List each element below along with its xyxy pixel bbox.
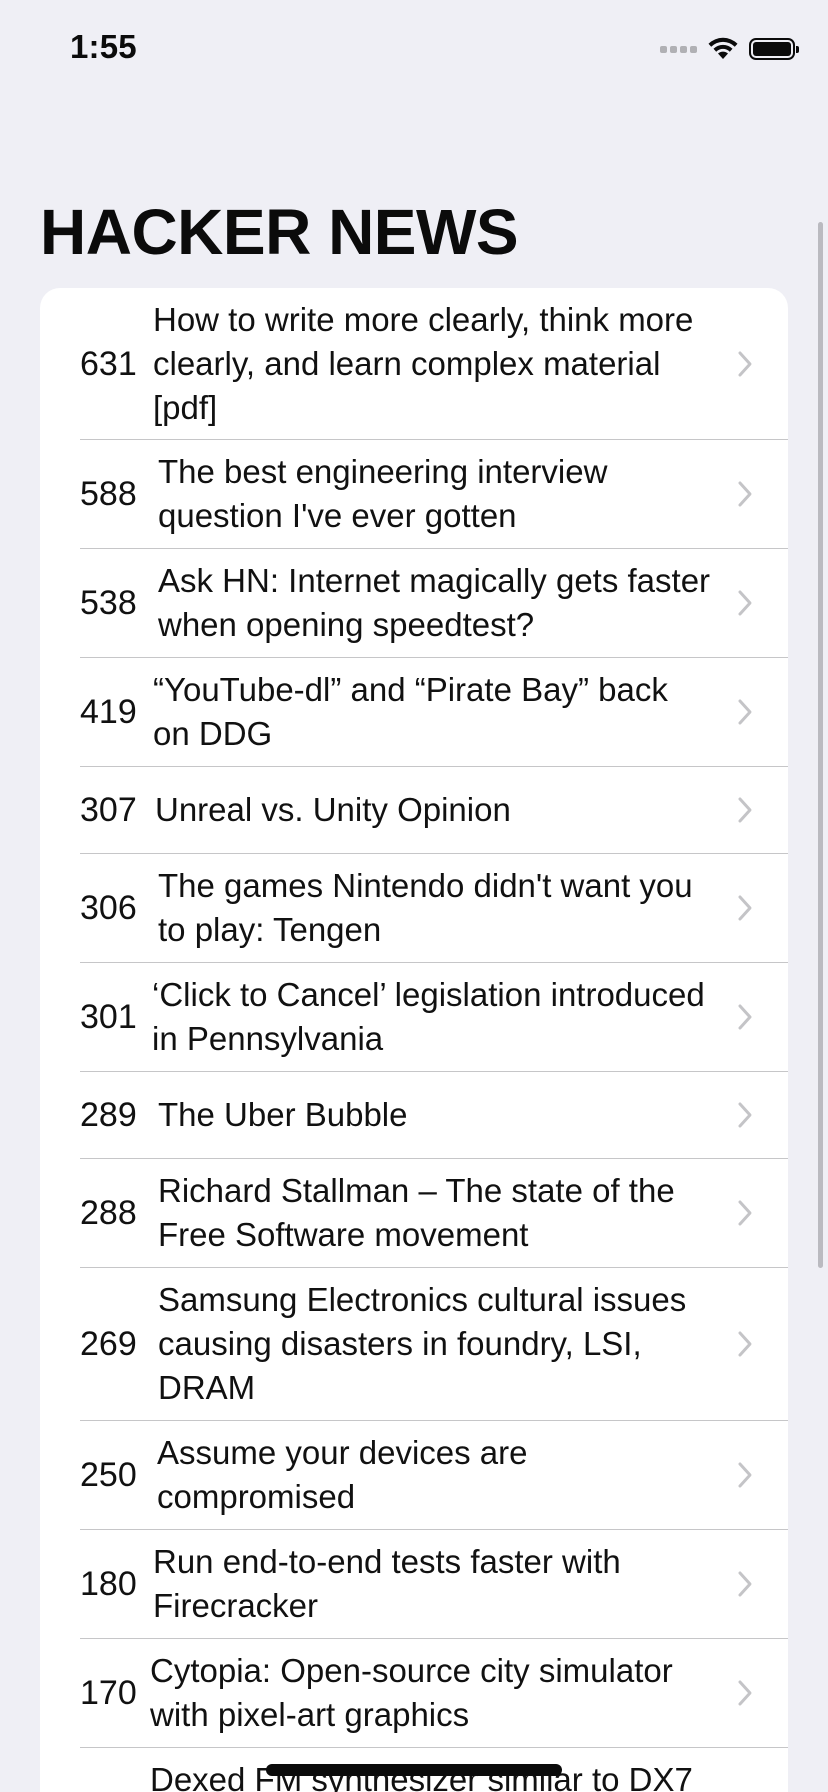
story-row[interactable]: 289 The Uber Bubble <box>40 1072 788 1159</box>
story-title: The best engineering interview question … <box>158 453 608 534</box>
status-indicators <box>660 36 799 62</box>
chevron-right-icon <box>736 589 754 617</box>
story-row[interactable]: 250 Assume your devices are compromised <box>40 1421 788 1530</box>
story-title: “YouTube-dl” and “Pirate Bay” back on DD… <box>153 671 668 752</box>
story-points: 307 <box>80 791 137 829</box>
story-title: The games Nintendo didn't want you to pl… <box>158 867 693 948</box>
chevron-right-icon <box>736 1330 754 1358</box>
story-title: ‘Click to Cancel’ legislation introduced… <box>152 976 705 1057</box>
story-row[interactable]: 180 Run end-to-end tests faster with Fir… <box>40 1530 788 1639</box>
story-points: 250 <box>80 1456 137 1494</box>
chevron-right-icon <box>736 1199 754 1227</box>
story-row[interactable]: 307 Unreal vs. Unity Opinion <box>40 767 788 854</box>
story-row[interactable]: 419 “YouTube-dl” and “Pirate Bay” back o… <box>40 658 788 767</box>
story-title: The Uber Bubble <box>158 1096 408 1133</box>
story-points: 288 <box>80 1194 137 1232</box>
story-title: Richard Stallman – The state of the Free… <box>158 1172 675 1253</box>
story-row[interactable]: 631 How to write more clearly, think mor… <box>40 288 788 440</box>
home-indicator[interactable] <box>266 1764 562 1776</box>
story-points: 419 <box>80 693 137 731</box>
story-points: 306 <box>80 889 137 927</box>
chevron-right-icon <box>736 1570 754 1598</box>
wifi-icon <box>707 37 739 61</box>
story-title: Ask HN: Internet magically gets faster w… <box>158 562 711 643</box>
story-row[interactable]: 301 ‘Click to Cancel’ legislation introd… <box>40 963 788 1072</box>
story-points: 269 <box>80 1325 137 1363</box>
story-title: Assume your devices are compromised <box>157 1434 528 1515</box>
story-points: 289 <box>80 1096 137 1134</box>
story-points: 301 <box>80 998 137 1036</box>
cellular-signal-icon <box>660 45 697 53</box>
chevron-right-icon <box>736 698 754 726</box>
chevron-right-icon <box>736 796 754 824</box>
story-points: 588 <box>80 475 137 513</box>
chevron-right-icon <box>736 1679 754 1707</box>
chevron-right-icon <box>736 350 754 378</box>
story-points: 631 <box>80 345 137 383</box>
story-points: 170 <box>80 1674 137 1712</box>
chevron-right-icon <box>736 1461 754 1489</box>
story-title: Unreal vs. Unity Opinion <box>155 791 511 828</box>
story-row[interactable]: 588 The best engineering interview quest… <box>40 440 788 549</box>
story-row[interactable]: 306 The games Nintendo didn't want you t… <box>40 854 788 963</box>
chevron-right-icon <box>736 480 754 508</box>
story-points: 538 <box>80 584 137 622</box>
story-title: How to write more clearly, think more cl… <box>153 301 694 426</box>
story-title: Samsung Electronics cultural issues caus… <box>158 1281 687 1406</box>
story-row[interactable]: 538 Ask HN: Internet magically gets fast… <box>40 549 788 658</box>
chevron-right-icon <box>736 1003 754 1031</box>
story-row[interactable]: 170 Cytopia: Open-source city simulator … <box>40 1639 788 1748</box>
battery-icon <box>749 38 799 60</box>
story-list: 631 How to write more clearly, think mor… <box>40 288 788 1792</box>
story-title: Run end-to-end tests faster with Firecra… <box>153 1543 621 1624</box>
chevron-right-icon <box>736 1101 754 1129</box>
chevron-right-icon <box>736 894 754 922</box>
story-row[interactable]: 288 Richard Stallman – The state of the … <box>40 1159 788 1268</box>
screen: 1:55 HACKER NEWS 631 How to write more c… <box>0 0 828 1792</box>
page-title: HACKER NEWS <box>40 196 519 268</box>
status-bar: 1:55 <box>0 0 828 100</box>
status-time: 1:55 <box>70 28 137 65</box>
story-row[interactable]: 269 Samsung Electronics cultural issues … <box>40 1268 788 1421</box>
scroll-indicator[interactable] <box>818 222 823 1268</box>
story-title: Cytopia: Open-source city simulator with… <box>150 1652 673 1733</box>
story-points: 180 <box>80 1565 137 1603</box>
